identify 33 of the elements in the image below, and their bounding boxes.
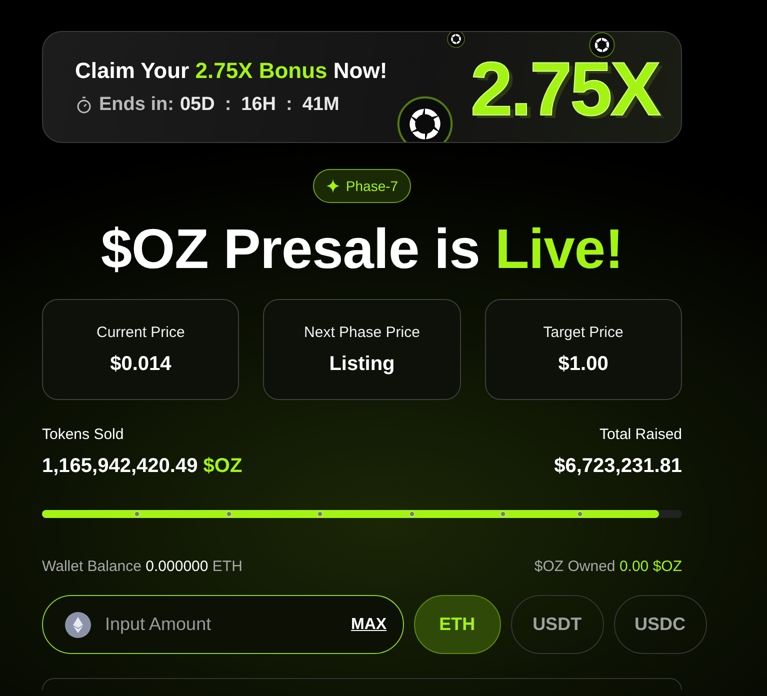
- banner-title: Claim Your 2.75X Bonus Now!: [75, 58, 388, 84]
- amount-field[interactable]: Input Amount MAX: [42, 595, 404, 654]
- price-label: Current Price: [96, 324, 185, 341]
- price-label: Target Price: [543, 324, 624, 341]
- total-raised-label: Total Raised: [599, 426, 682, 444]
- price-value: $1.00: [558, 352, 608, 376]
- countdown-separator: :: [286, 94, 292, 116]
- swirl-logo-icon: [447, 32, 465, 48]
- max-button[interactable]: MAX: [351, 616, 387, 634]
- tokens-sold-label: Tokens Sold: [42, 426, 124, 444]
- price-value: $0.014: [110, 352, 172, 376]
- currency-tab[interactable]: USDT: [510, 595, 604, 654]
- ethereum-icon: [65, 612, 91, 638]
- wallet-balance: Wallet Balance 0.000000 ETH: [42, 558, 242, 576]
- stopwatch-icon: [75, 96, 93, 114]
- countdown-value: 16H: [241, 94, 276, 116]
- presale-headline: $OZ Presale is Live!: [100, 217, 624, 282]
- owned-balance: $OZ Owned 0.00 $OZ: [534, 558, 682, 576]
- sparkle-icon: [326, 179, 340, 193]
- countdown-label: Ends in:: [99, 94, 174, 116]
- tokens-sold-value: 1,165,942,420.49 $OZ: [42, 455, 242, 478]
- price-label: Next Phase Price: [304, 324, 420, 341]
- countdown-separator: :: [224, 94, 232, 116]
- total-raised-value: $6,723,231.81: [554, 455, 682, 478]
- countdown-value: 05D: [180, 94, 215, 116]
- currency-tab[interactable]: ETH: [414, 595, 501, 654]
- bonus-multiplier: 2.75X: [470, 52, 659, 128]
- price-value: Listing: [329, 352, 395, 376]
- swirl-logo-icon: [397, 96, 453, 142]
- currency-tab[interactable]: USDC: [614, 595, 707, 654]
- countdown-value: 41M: [302, 94, 340, 116]
- phase-label: Phase-7: [346, 178, 398, 194]
- swirl-logo-icon: [589, 32, 615, 58]
